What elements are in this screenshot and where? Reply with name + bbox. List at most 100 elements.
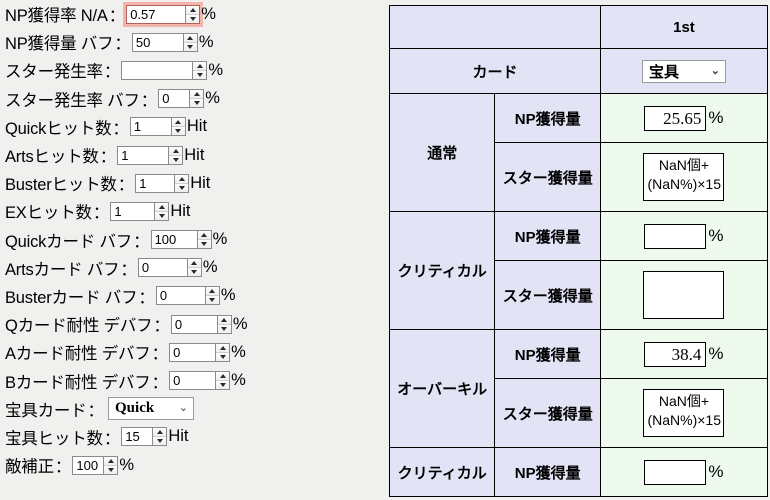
spinner-arrows[interactable] [174,174,189,192]
np-value-box[interactable]: 38.4 [644,341,707,367]
spinner-down-icon[interactable] [217,324,231,333]
number-spinner[interactable]: 1 [129,117,186,137]
spinner-value[interactable]: 0 [159,90,189,107]
param-colon: ： [151,373,169,392]
spinner-down-icon[interactable] [186,14,200,23]
number-spinner[interactable]: 100 [150,230,212,250]
number-spinner[interactable]: 0 [169,342,231,362]
star-value-line1 [647,274,720,293]
param-row: スター発生率 バフ： 0% [0,85,385,113]
number-spinner[interactable]: 15 [121,427,168,447]
number-spinner[interactable]: 0 [170,314,232,334]
param-colon: ： [87,401,105,420]
star-value-box[interactable] [643,271,725,319]
spinner-down-icon[interactable] [187,268,201,277]
spinner-down-icon[interactable] [171,127,185,136]
param-label: Aカード耐性 デバフ [5,345,151,364]
spinner-up-icon[interactable] [217,315,231,325]
spinner-down-icon[interactable] [169,155,183,164]
spinner-arrows[interactable] [215,343,230,361]
spinner-value[interactable]: 50 [133,34,183,51]
spinner-up-icon[interactable] [186,5,200,15]
spinner-value[interactable]: 1 [118,147,168,164]
spinner-arrows[interactable] [204,287,219,305]
star-value-box[interactable]: NaN個+ (NaN%)×15 [643,153,725,201]
spinner-value[interactable]: 0 [172,316,217,333]
number-spinner[interactable]: 0 [155,286,220,306]
spinner-value[interactable]: 1 [111,203,154,220]
spinner-value[interactable]: 0.57 [127,6,185,23]
spinner-down-icon[interactable] [155,211,169,220]
spinner-value[interactable]: 1 [136,175,174,192]
spinner-down-icon[interactable] [197,240,211,249]
spinner-value[interactable]: 1 [131,118,171,135]
spinner-arrows[interactable] [154,202,169,220]
spinner-arrows[interactable] [182,33,197,51]
number-spinner[interactable]: 0 [137,258,202,278]
spinner-down-icon[interactable] [175,183,189,192]
spinner-arrows[interactable] [186,259,201,277]
spinner-arrows[interactable] [168,146,183,164]
spinner-up-icon[interactable] [197,231,211,241]
spinner-down-icon[interactable] [216,352,230,361]
number-spinner[interactable]: 1 [117,145,184,165]
spinner-down-icon[interactable] [216,381,230,390]
np-value-box[interactable] [644,223,707,249]
percent-sign: % [708,462,724,481]
spinner-arrows[interactable] [185,5,200,23]
spinner-arrows[interactable] [215,372,230,390]
spinner-value[interactable]: 0 [170,344,215,361]
metric-value-cell: 38.4% [599,329,769,379]
spinner-down-icon[interactable] [193,70,207,79]
spinner-up-icon[interactable] [187,259,201,269]
spinner-arrows[interactable] [103,456,118,474]
card-select[interactable]: 宝具 ⌄ [641,59,726,83]
param-row: Artsヒット数： 1 Hit [0,141,385,169]
noble-phantasm-card-select[interactable]: Quick ⌄ [108,397,195,421]
number-spinner[interactable]: 0.57 [123,1,204,27]
param-unit: % [198,32,214,51]
number-spinner[interactable]: 0 [158,89,205,109]
spinner-up-icon[interactable] [175,174,189,184]
spinner-arrows[interactable] [216,315,231,333]
spinner-up-icon[interactable] [190,90,204,100]
spinner-down-icon[interactable] [205,296,219,305]
spinner-down-icon[interactable] [183,42,197,51]
spinner-value[interactable] [122,62,192,79]
spinner-up-icon[interactable] [216,343,230,353]
spinner-up-icon[interactable] [153,428,167,438]
spinner-down-icon[interactable] [190,99,204,108]
number-spinner[interactable]: 1 [110,201,170,221]
spinner-up-icon[interactable] [216,372,230,382]
spinner-value[interactable]: 0 [170,372,215,389]
spinner-value[interactable]: 15 [122,428,152,445]
spinner-down-icon[interactable] [104,465,118,474]
spinner-arrows[interactable] [189,90,204,108]
spinner-value[interactable]: 100 [73,457,103,474]
spinner-arrows[interactable] [196,231,211,249]
spinner-up-icon[interactable] [104,456,118,466]
spinner-value[interactable]: 0 [157,287,205,304]
number-spinner[interactable]: 0 [169,371,231,391]
spinner-up-icon[interactable] [171,118,185,128]
star-value-box[interactable]: NaN個+ (NaN%)×15 [643,389,725,437]
number-spinner[interactable] [121,60,208,80]
spinner-up-icon[interactable] [183,33,197,43]
spinner-up-icon[interactable] [205,287,219,297]
spinner-arrows[interactable] [170,118,185,136]
spinner-value[interactable]: 100 [152,231,197,248]
spinner-value[interactable]: 0 [139,259,187,276]
number-spinner[interactable]: 50 [131,32,198,52]
spinner-arrows[interactable] [152,428,167,446]
number-spinner[interactable]: 100 [72,455,119,475]
np-value-box[interactable] [644,459,707,485]
spinner-down-icon[interactable] [153,437,167,446]
number-spinner[interactable]: 1 [135,173,190,193]
spinner-up-icon[interactable] [169,146,183,156]
spinner-up-icon[interactable] [193,61,207,71]
spinner-up-icon[interactable] [155,202,169,212]
np-value-box[interactable]: 25.65 [644,105,707,131]
param-colon: ： [117,176,135,195]
star-value-line1: NaN個+ [658,157,710,173]
spinner-arrows[interactable] [192,61,207,79]
